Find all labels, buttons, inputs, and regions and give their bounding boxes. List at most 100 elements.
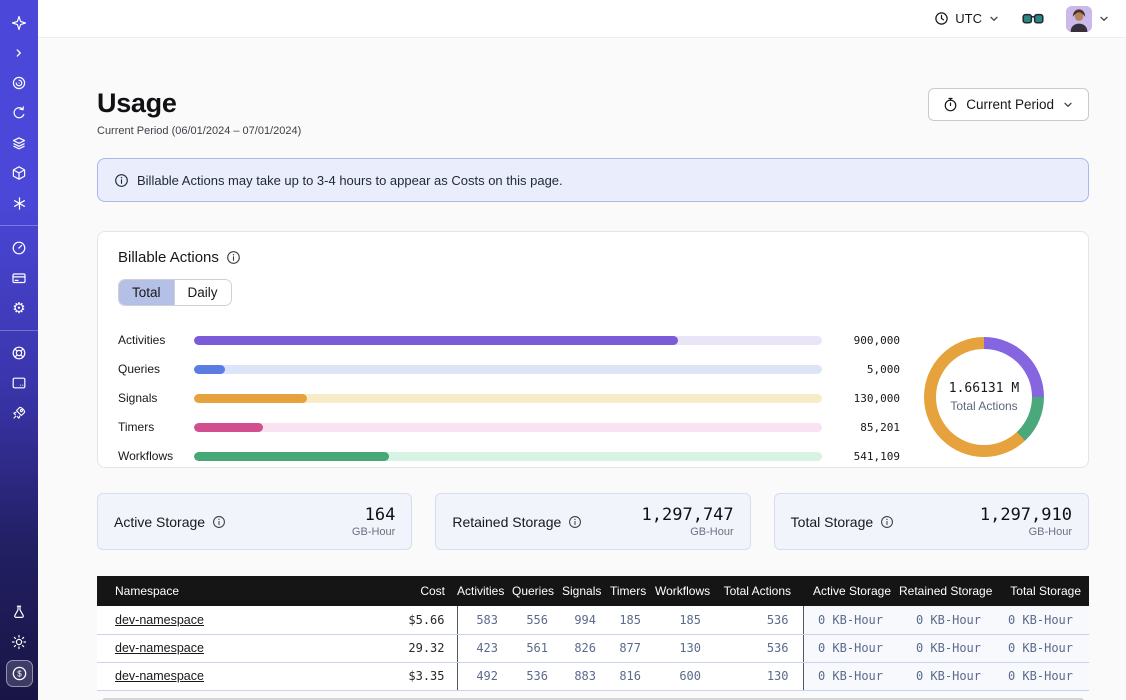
table-row: dev-namespace 29.32 423 561 826 877 130 … — [97, 634, 1089, 662]
bar-value: 85,201 — [836, 421, 900, 434]
billing-card-icon[interactable] — [7, 266, 31, 290]
namespace-link[interactable]: dev-namespace — [115, 669, 204, 683]
active-storage-card: Active Storage 164 GB-Hour — [97, 493, 412, 550]
support-life-ring-icon[interactable] — [7, 341, 31, 365]
avatar — [1066, 6, 1092, 32]
sidebar-divider — [0, 330, 38, 331]
timezone-label: UTC — [955, 11, 982, 26]
cell-activities: 423 — [457, 634, 512, 662]
info-icon[interactable] — [880, 515, 894, 529]
chevron-down-icon — [1062, 99, 1074, 111]
billable-actions-title-row: Billable Actions — [118, 249, 1068, 266]
cell-retained-storage: 0 KB-Hour — [899, 662, 997, 690]
retained-storage-card: Retained Storage 1,297,747 GB-Hour — [435, 493, 750, 550]
tab-total[interactable]: Total — [119, 280, 174, 305]
labs-flask-icon[interactable] — [7, 600, 31, 624]
usage-gauge-icon[interactable] — [7, 236, 31, 260]
active-storage-value: 164 — [365, 505, 396, 525]
total-actions-label: Total Actions — [950, 399, 1017, 413]
rocket-icon[interactable] — [7, 401, 31, 425]
history-retry-icon[interactable] — [7, 101, 31, 125]
bar-track — [194, 452, 822, 461]
temporal-logo-icon[interactable] — [7, 11, 31, 35]
col-workflows: Workflows — [655, 576, 715, 606]
col-retained-storage: Retained Storage — [899, 576, 997, 606]
feedback-glasses-icon[interactable] — [1022, 12, 1044, 26]
info-icon[interactable] — [212, 515, 226, 529]
bar-fill — [194, 452, 389, 461]
bar-row-timers: Timers 85,201 — [118, 420, 900, 434]
donut-center: 1.66131 M Total Actions — [936, 349, 1032, 445]
bar-label: Workflows — [118, 449, 190, 463]
bar-row-activities: Activities 900,000 — [118, 333, 900, 347]
cell-cost: 29.32 — [377, 634, 457, 662]
bar-track — [194, 336, 822, 345]
bar-track — [194, 365, 822, 374]
namespace-usage-table: Namespace Cost Activities Queries Signal… — [97, 576, 1089, 700]
info-icon[interactable] — [568, 515, 582, 529]
page-header: Usage Current Period (06/01/2024 – 07/01… — [97, 88, 1089, 137]
cell-cost: $3.35 — [377, 662, 457, 690]
cell-queries: 556 — [512, 606, 562, 634]
topbar: UTC — [38, 0, 1126, 38]
cell-total-storage: 0 KB-Hour — [997, 634, 1089, 662]
cell-active-storage: 0 KB-Hour — [803, 662, 899, 690]
cell-retained-storage: 0 KB-Hour — [899, 634, 997, 662]
total-storage-card: Total Storage 1,297,910 GB-Hour — [774, 493, 1089, 550]
sidebar-divider — [0, 225, 38, 226]
layers-icon[interactable] — [7, 131, 31, 155]
col-queries: Queries — [512, 576, 562, 606]
total-storage-value: 1,297,910 — [980, 505, 1072, 525]
page-title: Usage — [97, 88, 301, 119]
storage-summary-row: Active Storage 164 GB-Hour Retained Stor… — [97, 493, 1089, 550]
col-namespace: Namespace — [97, 576, 377, 606]
retained-storage-value: 1,297,747 — [642, 505, 734, 525]
bar-row-queries: Queries 5,000 — [118, 362, 900, 376]
cube-icon[interactable] — [7, 161, 31, 185]
donut-chart-area: 1.66131 M Total Actions — [900, 330, 1068, 463]
cell-activities: 583 — [457, 606, 512, 634]
cell-cost: $5.66 — [377, 606, 457, 634]
bar-label: Queries — [118, 362, 190, 376]
timezone-selector[interactable]: UTC — [934, 11, 1000, 26]
table-header-row: Namespace Cost Activities Queries Signal… — [97, 576, 1089, 606]
expand-sidebar-chevron-icon[interactable] — [7, 41, 31, 65]
total-storage-unit: GB-Hour — [1029, 526, 1072, 538]
bar-value: 900,000 — [836, 334, 900, 347]
cell-timers: 816 — [610, 662, 655, 690]
info-icon[interactable] — [226, 250, 241, 265]
col-signals: Signals — [562, 576, 610, 606]
namespace-link[interactable]: dev-namespace — [115, 641, 204, 655]
sidebar: ⚙ $ — [0, 0, 38, 700]
cell-total-actions: 130 — [715, 662, 803, 690]
account-menu[interactable] — [1066, 6, 1110, 32]
nexus-asterisk-icon[interactable] — [7, 191, 31, 215]
theme-sun-icon[interactable] — [7, 630, 31, 654]
table-row: dev-namespace $3.35 492 536 883 816 600 … — [97, 662, 1089, 690]
bar-track — [194, 423, 822, 432]
period-selector-label: Current Period — [966, 97, 1054, 112]
info-banner: Billable Actions may take up to 3-4 hour… — [97, 158, 1089, 202]
svg-text:$: $ — [17, 669, 22, 678]
bar-chart: Activities 900,000 Queries 5,000 Signals… — [118, 330, 900, 463]
bar-label: Activities — [118, 333, 190, 347]
period-selector-button[interactable]: Current Period — [928, 88, 1089, 121]
cell-signals: 826 — [562, 634, 610, 662]
cell-total-storage: 0 KB-Hour — [997, 662, 1089, 690]
main-content: Usage Current Period (06/01/2024 – 07/01… — [38, 38, 1126, 700]
settings-gear-icon[interactable]: ⚙ — [7, 296, 31, 320]
page-subtitle: Current Period (06/01/2024 – 07/01/2024) — [97, 125, 301, 137]
tab-daily[interactable]: Daily — [174, 280, 231, 305]
bar-value: 541,109 — [836, 450, 900, 463]
namespaces-icon[interactable] — [7, 71, 31, 95]
bar-row-signals: Signals 130,000 — [118, 391, 900, 405]
retained-storage-label: Retained Storage — [452, 514, 561, 530]
cost-coin-icon[interactable]: $ — [6, 660, 33, 687]
cell-workflows: 130 — [655, 634, 715, 662]
col-cost: Cost — [377, 576, 457, 606]
col-timers: Timers — [610, 576, 655, 606]
table-row: dev-namespace $5.66 583 556 994 185 185 … — [97, 606, 1089, 634]
billable-actions-chart: Activities 900,000 Queries 5,000 Signals… — [118, 330, 1068, 463]
namespace-link[interactable]: dev-namespace — [115, 613, 204, 627]
terminal-icon[interactable] — [7, 371, 31, 395]
